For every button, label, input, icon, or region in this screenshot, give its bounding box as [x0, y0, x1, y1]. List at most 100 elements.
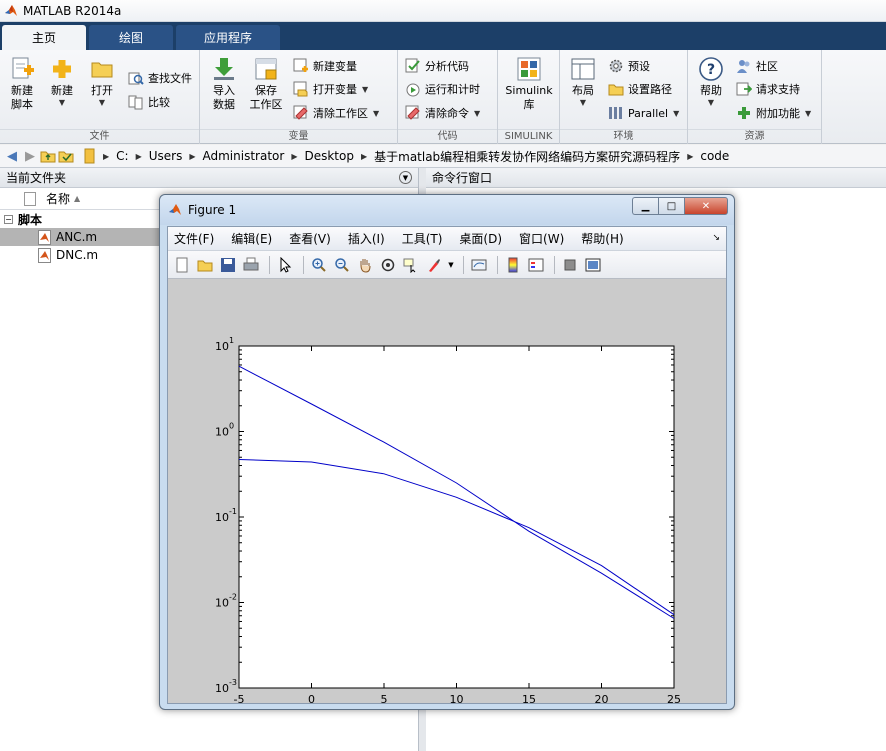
link-plot-icon[interactable] — [469, 255, 489, 275]
variable-group: 导入 数据 保存 工作区 新建变量 打开变量 ▼ 清除工作区 ▼ 变量 — [200, 50, 398, 144]
brush-dropdown-icon[interactable]: ▼ — [447, 255, 455, 275]
simulink-library-button[interactable]: Simulink 库 — [503, 56, 555, 112]
pointer-icon[interactable] — [275, 255, 295, 275]
crumb-project-folder[interactable]: 基于matlab编程相乘转发协作网络编码方案研究源码程序 — [374, 148, 680, 165]
crumb-administrator[interactable]: Administrator — [203, 149, 285, 163]
parallel-label: Parallel — [628, 106, 669, 120]
show-plot-tools-icon[interactable] — [583, 255, 603, 275]
menu-help[interactable]: 帮助(H) — [581, 230, 623, 247]
file-name: DNC.m — [56, 248, 99, 262]
clear-workspace-button[interactable]: 清除工作区 ▼ — [293, 103, 379, 123]
parallel-dropdown-icon[interactable]: ▼ — [673, 109, 679, 118]
menu-window[interactable]: 窗口(W) — [519, 230, 564, 247]
import-data-button[interactable]: 导入 数据 — [204, 56, 244, 112]
close-icon: ✕ — [701, 200, 711, 212]
colorbar-icon[interactable] — [503, 255, 523, 275]
save-workspace-button[interactable]: 保存 工作区 — [246, 56, 286, 112]
menu-edit[interactable]: 编辑(E) — [231, 230, 272, 247]
m-file-icon — [38, 247, 51, 263]
crumb-separator-icon: ▶ — [291, 151, 298, 161]
analyze-code-button[interactable]: 分析代码 — [405, 56, 469, 76]
open-variable-button[interactable]: 打开变量 ▼ — [293, 79, 368, 99]
open-button[interactable]: 打开 ▼ — [82, 56, 122, 108]
maximize-icon: □ — [666, 200, 677, 212]
preferences-button[interactable]: 预设 — [608, 56, 650, 76]
m-file-icon — [38, 229, 51, 245]
open-variable-label: 打开变量 — [313, 83, 357, 96]
collapse-toggle-icon[interactable]: − — [4, 214, 13, 224]
current-folder-header: 当前文件夹 ▼ — [0, 168, 418, 188]
menu-insert[interactable]: 插入(I) — [348, 230, 385, 247]
addons-dropdown-icon[interactable]: ▼ — [805, 109, 811, 118]
hide-plot-tools-icon[interactable] — [560, 255, 580, 275]
menu-file[interactable]: 文件(F) — [174, 230, 214, 247]
addons-button[interactable]: 附加功能 ▼ — [736, 103, 811, 123]
preferences-label: 预设 — [628, 60, 650, 73]
menu-desktop[interactable]: 桌面(D) — [459, 230, 502, 247]
open-file-icon[interactable] — [195, 255, 215, 275]
figure-title-bar[interactable]: Figure 1 ▁ □ ✕ — [160, 195, 734, 225]
crumb-users[interactable]: Users — [149, 149, 183, 163]
back-arrow-icon[interactable]: ◀ — [4, 148, 20, 164]
zoom-out-icon[interactable] — [332, 255, 352, 275]
dock-arrow-icon[interactable]: ↘ — [712, 233, 720, 243]
clear-commands-dropdown-icon[interactable]: ▼ — [474, 109, 480, 118]
y-tick-label-exponent: -1 — [229, 507, 237, 516]
pan-hand-icon[interactable] — [355, 255, 375, 275]
run-and-time-button[interactable]: 运行和计时 — [405, 79, 480, 99]
crumb-drive[interactable]: C: — [116, 149, 128, 163]
request-support-button[interactable]: 请求支持 — [736, 79, 800, 99]
minimize-button[interactable]: ▁ — [632, 197, 658, 215]
community-button[interactable]: 社区 — [736, 56, 778, 76]
find-files-button[interactable]: 查找文件 — [128, 68, 192, 88]
new-button[interactable]: 新建 ▼ — [42, 56, 82, 108]
figure-window: Figure 1 ▁ □ ✕ 文件(F) 编辑(E) 查看(V) 插入(I) 工… — [159, 194, 735, 710]
new-variable-button[interactable]: 新建变量 — [293, 56, 357, 76]
compare-button[interactable]: 比较 — [128, 92, 170, 112]
help-button[interactable]: ? 帮助 ▼ — [691, 56, 731, 108]
forward-arrow-icon[interactable]: ▶ — [22, 148, 38, 164]
y-tick-label-base: 10 — [215, 340, 229, 353]
rotate-3d-icon[interactable] — [378, 255, 398, 275]
menu-view[interactable]: 查看(V) — [289, 230, 331, 247]
plot-canvas[interactable]: -5 0 5 10 15 20 25 10 -310 -210 -110 010 1 — [168, 280, 726, 704]
crumb-code[interactable]: code — [700, 149, 729, 163]
tab-home[interactable]: 主页 — [2, 25, 86, 50]
set-path-button[interactable]: 设置路径 — [608, 79, 672, 99]
command-window-header: 命令行窗口 — [426, 168, 886, 188]
set-path-icon — [608, 81, 624, 97]
open-variable-dropdown-icon[interactable]: ▼ — [362, 85, 368, 94]
crumb-separator-icon: ▶ — [189, 151, 196, 161]
file-group-label: 文件 — [0, 129, 199, 142]
x-tick-label: 15 — [522, 693, 536, 704]
browse-folder-icon[interactable] — [58, 148, 74, 164]
zoom-in-icon[interactable] — [309, 255, 329, 275]
save-icon[interactable] — [218, 255, 238, 275]
new-script-button[interactable]: 新建 脚本 — [2, 56, 42, 112]
legend-icon[interactable] — [526, 255, 546, 275]
parallel-button[interactable]: Parallel ▼ — [608, 103, 679, 123]
y-tick-label-base: 10 — [215, 597, 229, 610]
run-and-time-label: 运行和计时 — [425, 83, 480, 96]
toolbar-separator — [463, 255, 464, 274]
close-button[interactable]: ✕ — [684, 197, 728, 215]
new-dropdown-icon: ▼ — [58, 98, 66, 107]
find-files-label: 查找文件 — [148, 72, 192, 85]
brush-icon[interactable] — [424, 255, 444, 275]
tab-plots[interactable]: 绘图 — [89, 25, 173, 50]
data-cursor-icon[interactable] — [401, 255, 421, 275]
x-tick-label: -5 — [234, 693, 245, 704]
clear-commands-button[interactable]: 清除命令 ▼ — [405, 103, 480, 123]
up-folder-icon[interactable] — [40, 148, 56, 164]
print-icon[interactable] — [241, 255, 261, 275]
x-tick-label: 25 — [667, 693, 681, 704]
panel-menu-icon[interactable]: ▼ — [399, 171, 412, 184]
tab-apps[interactable]: 应用程序 — [176, 25, 280, 50]
maximize-button[interactable]: □ — [658, 197, 684, 215]
layout-button[interactable]: 布局 ▼ — [563, 56, 603, 108]
crumb-desktop[interactable]: Desktop — [304, 149, 354, 163]
clear-workspace-dropdown-icon[interactable]: ▼ — [373, 109, 379, 118]
new-figure-icon[interactable] — [172, 255, 192, 275]
community-icon — [736, 58, 752, 74]
menu-tools[interactable]: 工具(T) — [402, 230, 443, 247]
